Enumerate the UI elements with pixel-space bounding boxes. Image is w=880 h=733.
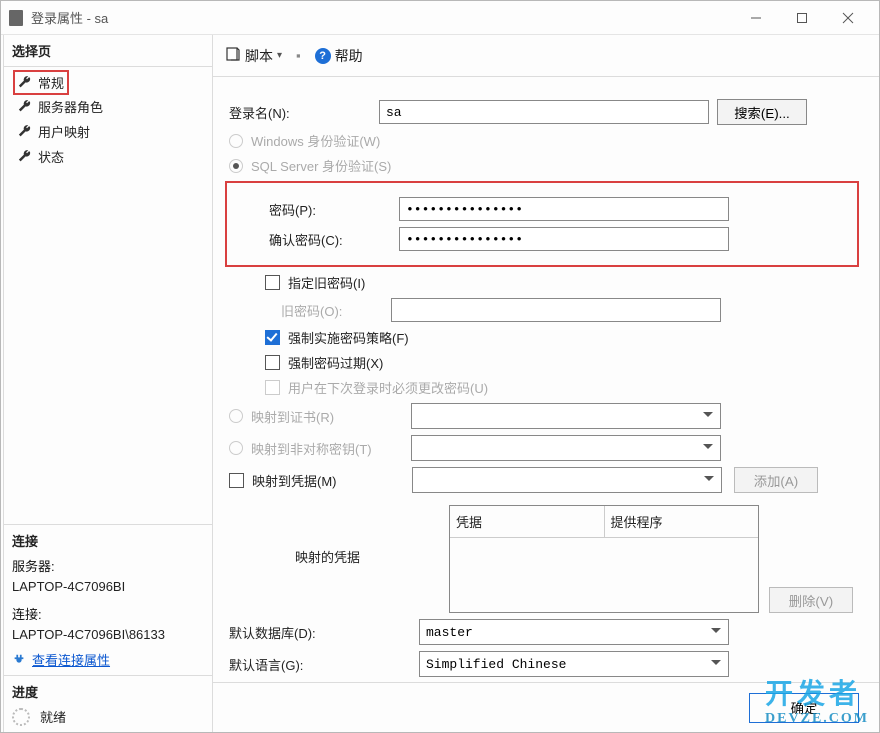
- conn-label: 连接:: [12, 607, 42, 622]
- script-label: 脚本: [245, 46, 273, 66]
- default-language-select[interactable]: [419, 651, 729, 677]
- progress-spinner-icon: [12, 708, 30, 726]
- enforce-policy-label: 强制实施密码策略(F): [288, 328, 409, 347]
- plug-icon: [12, 653, 26, 667]
- progress-header: 进度: [12, 682, 204, 701]
- server-value: LAPTOP-4C7096BI: [12, 579, 204, 594]
- help-label: 帮助: [335, 46, 363, 66]
- select-page-header: 选择页: [4, 35, 212, 67]
- specify-old-password-label: 指定旧密码(I): [288, 273, 365, 292]
- enforce-expiration-checkbox[interactable]: [265, 355, 280, 370]
- titlebar[interactable]: 登录属性 - sa: [1, 1, 879, 35]
- app-icon: [9, 10, 23, 26]
- main-panel: 脚本 ▾ ▪ ? 帮助 登录名(N): 搜索(E)... Windows 身份验…: [213, 35, 879, 732]
- confirm-password-label: 确认密码(C):: [269, 230, 399, 249]
- login-properties-window: 登录属性 - sa 选择页 常规 服务器角色 用户映射: [0, 0, 880, 733]
- window-title: 登录属性 - sa: [31, 8, 733, 27]
- wrench-icon: [18, 125, 32, 139]
- windows-auth-label: Windows 身份验证(W): [251, 131, 380, 150]
- sql-auth-radio: [229, 159, 243, 173]
- default-db-label: 默认数据库(D):: [229, 623, 419, 642]
- add-credential-button[interactable]: 添加(A): [734, 467, 818, 493]
- server-label: 服务器:: [12, 559, 55, 574]
- form-area: 登录名(N): 搜索(E)... Windows 身份验证(W) SQL Ser…: [213, 77, 879, 682]
- nav-user-mapping[interactable]: 用户映射: [4, 119, 212, 144]
- specify-old-password-checkbox[interactable]: [265, 275, 280, 290]
- confirm-password-input[interactable]: [399, 227, 729, 251]
- default-database-select[interactable]: [419, 619, 729, 645]
- connection-section: 连接 服务器: LAPTOP-4C7096BI 连接: LAPTOP-4C709…: [4, 524, 212, 675]
- password-input[interactable]: [399, 197, 729, 221]
- sql-auth-label: SQL Server 身份验证(S): [251, 156, 391, 175]
- nav-label: 状态: [38, 147, 64, 166]
- nav-general[interactable]: 常规: [14, 71, 68, 94]
- sidebar: 选择页 常规 服务器角色 用户映射 状态: [3, 35, 213, 732]
- map-asym-radio: [229, 441, 243, 455]
- map-cred-checkbox[interactable]: [229, 473, 244, 488]
- col-provider: 提供程序: [605, 506, 759, 537]
- nav-server-roles[interactable]: 服务器角色: [4, 94, 212, 119]
- old-password-input: [391, 298, 721, 322]
- enforce-policy-checkbox[interactable]: [265, 330, 280, 345]
- nav-label: 常规: [38, 73, 64, 92]
- map-asym-label: 映射到非对称密钥(T): [251, 439, 411, 458]
- conn-value: LAPTOP-4C7096BI\86133: [12, 627, 204, 642]
- connection-header: 连接: [12, 531, 204, 550]
- credentials-table[interactable]: 凭据 提供程序: [449, 505, 759, 613]
- maximize-button[interactable]: [779, 2, 825, 34]
- page-nav-list: 常规 服务器角色 用户映射 状态: [4, 67, 212, 173]
- must-change-checkbox: [265, 380, 280, 395]
- nav-status[interactable]: 状态: [4, 144, 212, 169]
- mapped-credentials-label: 映射的凭据: [229, 547, 449, 566]
- col-credential: 凭据: [450, 506, 605, 537]
- dialog-footer: 确定 开发者 DEVZE.COM: [213, 682, 879, 732]
- default-lang-label: 默认语言(G):: [229, 655, 419, 674]
- remove-credential-button[interactable]: 删除(V): [769, 587, 853, 613]
- ok-button[interactable]: 确定: [749, 693, 859, 723]
- chevron-down-icon: ▾: [277, 50, 282, 61]
- help-icon: ?: [315, 48, 331, 64]
- toolbar-divider: ▪: [296, 48, 301, 63]
- wrench-icon: [18, 100, 32, 114]
- map-cert-radio: [229, 409, 243, 423]
- toolbar: 脚本 ▾ ▪ ? 帮助: [213, 35, 879, 77]
- password-highlight-box: 密码(P): 确认密码(C):: [225, 181, 859, 267]
- nav-label: 用户映射: [38, 122, 90, 141]
- search-button[interactable]: 搜索(E)...: [717, 99, 807, 125]
- login-name-label: 登录名(N):: [229, 103, 379, 122]
- help-button[interactable]: ? 帮助: [315, 46, 363, 66]
- script-dropdown[interactable]: 脚本 ▾: [225, 46, 282, 66]
- progress-status: 就绪: [40, 707, 66, 726]
- credential-select: [412, 467, 722, 493]
- wrench-icon: [18, 76, 32, 90]
- enforce-expiration-label: 强制密码过期(X): [288, 353, 383, 372]
- must-change-label: 用户在下次登录时必须更改密码(U): [288, 378, 488, 397]
- asym-key-select: [411, 435, 721, 461]
- login-name-input[interactable]: [379, 100, 709, 124]
- old-password-label: 旧密码(O):: [281, 301, 391, 320]
- minimize-button[interactable]: [733, 2, 779, 34]
- map-cert-label: 映射到证书(R): [251, 407, 411, 426]
- close-button[interactable]: [825, 2, 871, 34]
- wrench-icon: [18, 150, 32, 164]
- map-cred-label: 映射到凭据(M): [252, 471, 412, 490]
- progress-section: 进度 就绪: [4, 675, 212, 732]
- view-connection-properties-link[interactable]: 查看连接属性: [32, 650, 110, 669]
- nav-label: 服务器角色: [38, 97, 103, 116]
- script-icon: [225, 46, 241, 65]
- password-label: 密码(P):: [269, 200, 399, 219]
- windows-auth-radio: [229, 134, 243, 148]
- cert-select: [411, 403, 721, 429]
